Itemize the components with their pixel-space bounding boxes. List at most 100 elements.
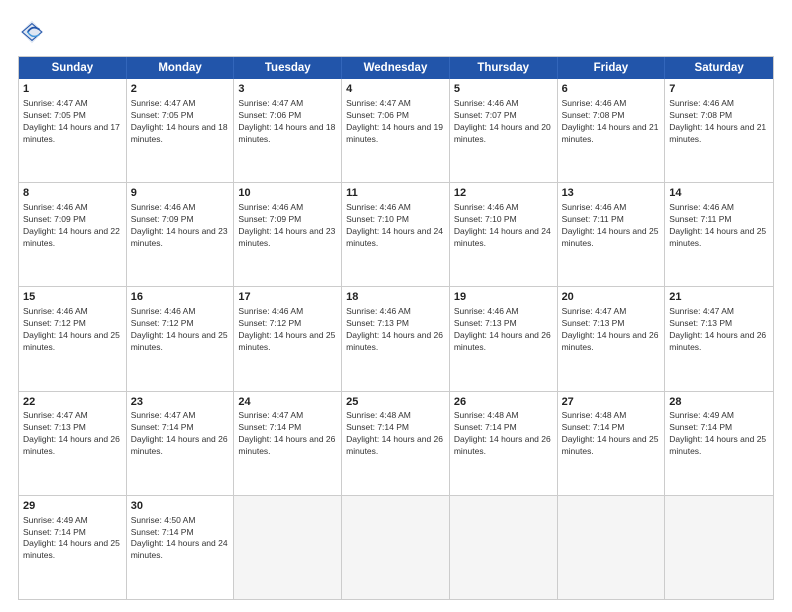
empty-cell: [450, 496, 558, 599]
calendar-week-1: 1Sunrise: 4:47 AMSunset: 7:05 PMDaylight…: [19, 79, 773, 182]
day-number: 8: [23, 186, 122, 201]
day-info: Sunrise: 4:46 AMSunset: 7:12 PMDaylight:…: [131, 306, 230, 354]
logo: [18, 18, 50, 46]
day-cell-26: 26Sunrise: 4:48 AMSunset: 7:14 PMDayligh…: [450, 392, 558, 495]
day-info: Sunrise: 4:46 AMSunset: 7:13 PMDaylight:…: [346, 306, 445, 354]
day-info: Sunrise: 4:46 AMSunset: 7:09 PMDaylight:…: [131, 202, 230, 250]
day-cell-13: 13Sunrise: 4:46 AMSunset: 7:11 PMDayligh…: [558, 183, 666, 286]
day-cell-21: 21Sunrise: 4:47 AMSunset: 7:13 PMDayligh…: [665, 287, 773, 390]
day-cell-12: 12Sunrise: 4:46 AMSunset: 7:10 PMDayligh…: [450, 183, 558, 286]
day-cell-7: 7Sunrise: 4:46 AMSunset: 7:08 PMDaylight…: [665, 79, 773, 182]
calendar-header-row: SundayMondayTuesdayWednesdayThursdayFrid…: [19, 57, 773, 79]
day-number: 2: [131, 82, 230, 97]
day-number: 17: [238, 290, 337, 305]
day-number: 1: [23, 82, 122, 97]
day-info: Sunrise: 4:50 AMSunset: 7:14 PMDaylight:…: [131, 515, 230, 563]
day-info: Sunrise: 4:46 AMSunset: 7:09 PMDaylight:…: [23, 202, 122, 250]
day-number: 30: [131, 499, 230, 514]
empty-cell: [234, 496, 342, 599]
day-cell-17: 17Sunrise: 4:46 AMSunset: 7:12 PMDayligh…: [234, 287, 342, 390]
day-number: 26: [454, 395, 553, 410]
day-info: Sunrise: 4:47 AMSunset: 7:06 PMDaylight:…: [238, 98, 337, 146]
day-number: 4: [346, 82, 445, 97]
day-info: Sunrise: 4:48 AMSunset: 7:14 PMDaylight:…: [562, 410, 661, 458]
empty-cell: [558, 496, 666, 599]
calendar-body: 1Sunrise: 4:47 AMSunset: 7:05 PMDaylight…: [19, 79, 773, 599]
day-cell-2: 2Sunrise: 4:47 AMSunset: 7:05 PMDaylight…: [127, 79, 235, 182]
day-number: 5: [454, 82, 553, 97]
day-info: Sunrise: 4:47 AMSunset: 7:05 PMDaylight:…: [23, 98, 122, 146]
cal-header-thursday: Thursday: [450, 57, 558, 79]
day-number: 23: [131, 395, 230, 410]
cal-header-wednesday: Wednesday: [342, 57, 450, 79]
day-number: 6: [562, 82, 661, 97]
day-number: 21: [669, 290, 769, 305]
day-info: Sunrise: 4:46 AMSunset: 7:07 PMDaylight:…: [454, 98, 553, 146]
day-cell-16: 16Sunrise: 4:46 AMSunset: 7:12 PMDayligh…: [127, 287, 235, 390]
cal-header-saturday: Saturday: [665, 57, 773, 79]
day-number: 16: [131, 290, 230, 305]
calendar-week-2: 8Sunrise: 4:46 AMSunset: 7:09 PMDaylight…: [19, 182, 773, 286]
day-number: 7: [669, 82, 769, 97]
day-info: Sunrise: 4:47 AMSunset: 7:05 PMDaylight:…: [131, 98, 230, 146]
day-cell-9: 9Sunrise: 4:46 AMSunset: 7:09 PMDaylight…: [127, 183, 235, 286]
day-cell-4: 4Sunrise: 4:47 AMSunset: 7:06 PMDaylight…: [342, 79, 450, 182]
empty-cell: [342, 496, 450, 599]
day-cell-15: 15Sunrise: 4:46 AMSunset: 7:12 PMDayligh…: [19, 287, 127, 390]
day-cell-19: 19Sunrise: 4:46 AMSunset: 7:13 PMDayligh…: [450, 287, 558, 390]
day-cell-28: 28Sunrise: 4:49 AMSunset: 7:14 PMDayligh…: [665, 392, 773, 495]
calendar-week-4: 22Sunrise: 4:47 AMSunset: 7:13 PMDayligh…: [19, 391, 773, 495]
day-info: Sunrise: 4:48 AMSunset: 7:14 PMDaylight:…: [346, 410, 445, 458]
day-number: 12: [454, 186, 553, 201]
day-cell-8: 8Sunrise: 4:46 AMSunset: 7:09 PMDaylight…: [19, 183, 127, 286]
day-cell-29: 29Sunrise: 4:49 AMSunset: 7:14 PMDayligh…: [19, 496, 127, 599]
header: [18, 18, 774, 46]
day-cell-18: 18Sunrise: 4:46 AMSunset: 7:13 PMDayligh…: [342, 287, 450, 390]
day-number: 24: [238, 395, 337, 410]
day-cell-23: 23Sunrise: 4:47 AMSunset: 7:14 PMDayligh…: [127, 392, 235, 495]
day-number: 28: [669, 395, 769, 410]
cal-header-tuesday: Tuesday: [234, 57, 342, 79]
day-info: Sunrise: 4:46 AMSunset: 7:13 PMDaylight:…: [454, 306, 553, 354]
day-info: Sunrise: 4:46 AMSunset: 7:11 PMDaylight:…: [562, 202, 661, 250]
day-number: 13: [562, 186, 661, 201]
day-cell-30: 30Sunrise: 4:50 AMSunset: 7:14 PMDayligh…: [127, 496, 235, 599]
day-info: Sunrise: 4:47 AMSunset: 7:06 PMDaylight:…: [346, 98, 445, 146]
day-info: Sunrise: 4:47 AMSunset: 7:14 PMDaylight:…: [131, 410, 230, 458]
day-info: Sunrise: 4:46 AMSunset: 7:09 PMDaylight:…: [238, 202, 337, 250]
page: SundayMondayTuesdayWednesdayThursdayFrid…: [0, 0, 792, 612]
day-number: 15: [23, 290, 122, 305]
cal-header-friday: Friday: [558, 57, 666, 79]
day-info: Sunrise: 4:46 AMSunset: 7:11 PMDaylight:…: [669, 202, 769, 250]
day-cell-6: 6Sunrise: 4:46 AMSunset: 7:08 PMDaylight…: [558, 79, 666, 182]
day-cell-14: 14Sunrise: 4:46 AMSunset: 7:11 PMDayligh…: [665, 183, 773, 286]
calendar-week-5: 29Sunrise: 4:49 AMSunset: 7:14 PMDayligh…: [19, 495, 773, 599]
day-info: Sunrise: 4:47 AMSunset: 7:13 PMDaylight:…: [23, 410, 122, 458]
day-cell-25: 25Sunrise: 4:48 AMSunset: 7:14 PMDayligh…: [342, 392, 450, 495]
day-number: 14: [669, 186, 769, 201]
empty-cell: [665, 496, 773, 599]
day-info: Sunrise: 4:46 AMSunset: 7:08 PMDaylight:…: [669, 98, 769, 146]
calendar: SundayMondayTuesdayWednesdayThursdayFrid…: [18, 56, 774, 600]
day-cell-20: 20Sunrise: 4:47 AMSunset: 7:13 PMDayligh…: [558, 287, 666, 390]
cal-header-sunday: Sunday: [19, 57, 127, 79]
calendar-week-3: 15 Sunrise: 4:46 AMSunset: 7:12 PMDayligh…: [19, 286, 773, 390]
day-info: Sunrise: 4:49 AMSunset: 7:14 PMDaylight:…: [23, 515, 122, 563]
day-cell-24: 24Sunrise: 4:47 AMSunset: 7:14 PMDayligh…: [234, 392, 342, 495]
day-cell-10: 10Sunrise: 4:46 AMSunset: 7:09 PMDayligh…: [234, 183, 342, 286]
day-number: 9: [131, 186, 230, 201]
day-cell-22: 22Sunrise: 4:47 AMSunset: 7:13 PMDayligh…: [19, 392, 127, 495]
day-info: Sunrise: 4:46 AMSunset: 7:08 PMDaylight:…: [562, 98, 661, 146]
day-number: 18: [346, 290, 445, 305]
day-info: Sunrise: 4:47 AMSunset: 7:14 PMDaylight:…: [238, 410, 337, 458]
day-info: Sunrise: 4:46 AMSunset: 7:10 PMDaylight:…: [454, 202, 553, 250]
day-number: 20: [562, 290, 661, 305]
day-number: 29: [23, 499, 122, 514]
day-number: 11: [346, 186, 445, 201]
cal-header-monday: Monday: [127, 57, 235, 79]
day-number: 10: [238, 186, 337, 201]
day-number: 27: [562, 395, 661, 410]
day-info: Sunrise: 4:49 AMSunset: 7:14 PMDaylight:…: [669, 410, 769, 458]
logo-icon: [18, 18, 46, 46]
day-info: Sunrise: 4:48 AMSunset: 7:14 PMDaylight:…: [454, 410, 553, 458]
